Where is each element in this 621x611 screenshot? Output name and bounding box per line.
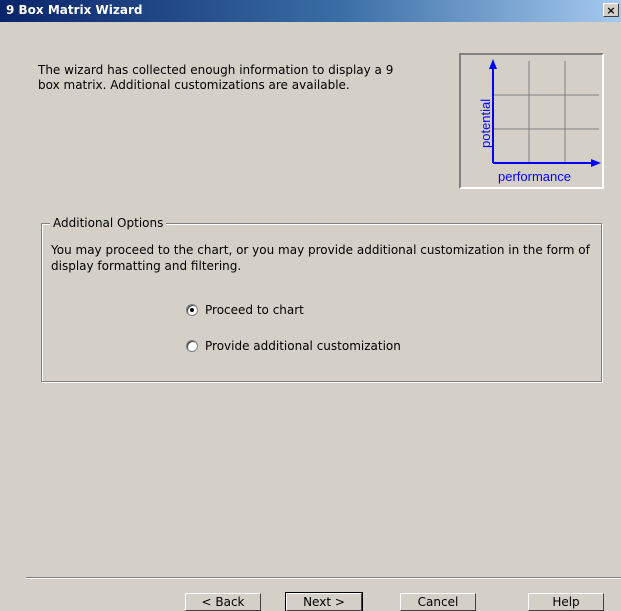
window-title: 9 Box Matrix Wizard [6, 3, 143, 17]
matrix-thumbnail-graphic: potential performance [478, 59, 601, 184]
proceed-to-chart-option[interactable]: Proceed to chart [186, 302, 304, 318]
intro-text: The wizard has collected enough informat… [38, 63, 394, 92]
help-button[interactable]: Help [528, 593, 604, 611]
customization-label[interactable]: Provide additional customization [205, 339, 401, 353]
next-button[interactable]: Next > [285, 592, 363, 611]
customization-radio[interactable] [186, 340, 198, 352]
options-description: You may proceed to the chart, or you may… [51, 243, 590, 273]
title-bar: 9 Box Matrix Wizard × [0, 0, 621, 22]
customization-option[interactable]: Provide additional customization [186, 338, 401, 354]
footer-divider-highlight [26, 578, 621, 579]
radio-selected-dot [190, 308, 194, 312]
cancel-button[interactable]: Cancel [400, 593, 476, 611]
potential-axis-label: potential [478, 99, 493, 148]
proceed-label[interactable]: Proceed to chart [205, 303, 304, 317]
additional-options-legend: Additional Options [50, 216, 167, 230]
matrix-thumbnail: potential performance [459, 53, 604, 189]
close-icon: × [606, 4, 616, 17]
performance-axis-label: performance [498, 169, 571, 184]
proceed-radio[interactable] [186, 304, 198, 316]
close-button[interactable]: × [603, 3, 619, 17]
back-button[interactable]: < Back [185, 593, 261, 611]
